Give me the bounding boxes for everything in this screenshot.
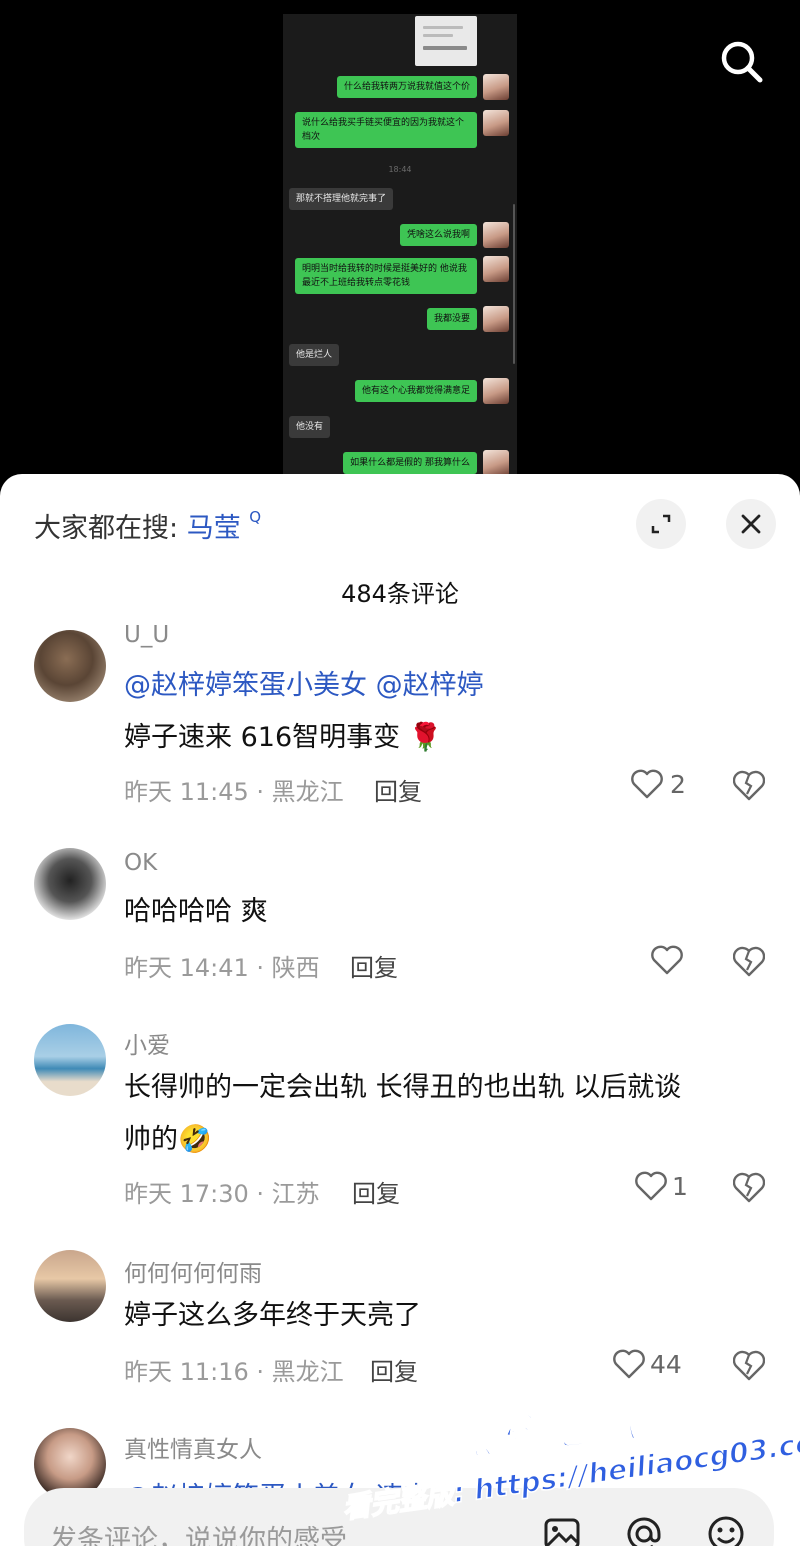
comment-meta: 昨天 11:16 · 黑龙江 (124, 1358, 344, 1386)
close-icon (741, 514, 761, 534)
mention-link[interactable]: @赵梓婷 (376, 670, 484, 701)
chat-timestamp: 18:44 (388, 165, 412, 174)
chat-scrollbar (513, 204, 515, 364)
comment-item: U_U @赵梓婷笨蛋小美女 @赵梓婷 婷子速来 616智明事变 🌹 昨天 11:… (0, 622, 800, 824)
avatar[interactable] (34, 848, 106, 920)
comment-username[interactable]: 小爱 (124, 1026, 170, 1060)
chat-bubble: 明明当时给我转的时候是挺美好的 他说我最近不上班给我转点零花钱 (295, 258, 477, 294)
reply-button[interactable]: 回复 (370, 1352, 418, 1387)
image-thumbnail (415, 16, 477, 66)
comment-item: OK 哈哈哈哈 爽 昨天 14:41 · 陕西 回复 (0, 846, 800, 996)
broken-heart-icon[interactable] (733, 946, 765, 978)
broken-heart-icon[interactable] (733, 1172, 765, 1204)
like-count: 2 (670, 769, 686, 799)
comment-text: 婷子速来 616智明事变 🌹 (124, 722, 443, 753)
chat-bubble: 凭啥这么说我啊 (399, 224, 477, 246)
chat-avatar (483, 222, 509, 248)
comment-item: 何何何何何雨 婷子这么多年终于天亮了 昨天 11:16 · 黑龙江 回复 44 (0, 1250, 800, 1400)
heart-icon (635, 1171, 667, 1201)
heart-icon (651, 945, 683, 975)
avatar[interactable] (34, 630, 106, 702)
chat-avatar (483, 306, 509, 332)
image-icon[interactable] (542, 1514, 582, 1546)
chat-avatar (483, 74, 509, 100)
chat-avatar (483, 450, 509, 476)
comment-meta: 昨天 17:30 · 江苏 (124, 1180, 320, 1208)
like-button[interactable]: 44 (612, 1348, 682, 1380)
avatar[interactable] (34, 1024, 106, 1096)
comment-input-placeholder: 发条评论，说说你的感受 (50, 1525, 347, 1546)
chat-bubble: 什么给我转两万说我就值这个价 (336, 76, 477, 98)
comment-username[interactable]: 何何何何何雨 (124, 1254, 262, 1288)
expand-button[interactable] (636, 499, 686, 549)
comment-username[interactable]: OK (124, 850, 157, 876)
search-icon: Q (249, 508, 262, 526)
like-button[interactable]: 2 (630, 768, 686, 800)
heart-icon (631, 769, 663, 799)
like-button[interactable]: 1 (634, 1170, 688, 1202)
heart-icon (613, 1349, 645, 1379)
comment-text: 婷子这么多年终于天亮了 (124, 1300, 421, 1331)
comment-username[interactable]: 真性情真女人 (124, 1430, 262, 1464)
chat-bubble: 他有这个心我都觉得满意足 (354, 380, 477, 402)
comment-text: 长得帅的一定会出轨 长得丑的也出轨 以后就谈 (124, 1072, 682, 1103)
emoji-icon[interactable] (706, 1514, 746, 1546)
chat-bubble: 如果什么都是假的 那我算什么 (343, 452, 477, 474)
chat-bubble: 说什么给我买手链买便宜的因为我就这个档次 (295, 112, 477, 148)
hot-search-keyword: 马莹 (186, 513, 241, 544)
avatar[interactable] (34, 1250, 106, 1322)
expand-icon (651, 514, 671, 534)
comment-meta: 昨天 14:41 · 陕西 (124, 954, 320, 982)
comment-meta: 昨天 11:45 · 黑龙江 (124, 778, 344, 806)
search-icon[interactable] (714, 34, 770, 90)
hot-search-link[interactable]: 大家都在搜: 马莹 Q (34, 506, 261, 545)
at-icon[interactable] (624, 1514, 664, 1546)
broken-heart-icon[interactable] (733, 1350, 765, 1382)
comment-count: 484条评论 (341, 580, 459, 608)
like-count: 44 (650, 1349, 682, 1379)
reply-button[interactable]: 回复 (374, 772, 422, 807)
reply-button[interactable]: 回复 (350, 948, 398, 983)
comment-text: @赵梓婷笨蛋小美女 @赵梓婷 (124, 660, 484, 712)
chat-avatar (483, 110, 509, 136)
close-button[interactable] (726, 499, 776, 549)
chat-bubble: 他是烂人 (289, 344, 340, 366)
comment-username[interactable]: U_U (124, 622, 169, 648)
chat-bubble: 他没有 (289, 416, 331, 438)
like-count: 1 (672, 1171, 688, 1201)
chat-bubble: 我都没要 (426, 308, 477, 330)
reply-button[interactable]: 回复 (352, 1174, 400, 1209)
comment-text: 帅的🤣 (124, 1124, 212, 1155)
chat-avatar (483, 378, 509, 404)
chat-screenshot: 什么给我转两万说我就值这个价 说什么给我买手链买便宜的因为我就这个档次 18:4… (283, 14, 517, 494)
like-button[interactable] (650, 944, 684, 976)
video-player[interactable]: 什么给我转两万说我就值这个价 说什么给我买手链买便宜的因为我就这个档次 18:4… (0, 0, 800, 494)
comment-text: 哈哈哈哈 爽 (124, 896, 268, 927)
chat-bubble: 那就不搭理他就完事了 (289, 188, 394, 210)
comment-item: 小爱 长得帅的一定会出轨 长得丑的也出轨 以后就谈 帅的🤣 昨天 17:30 ·… (0, 1022, 800, 1222)
hot-search-label: 大家都在搜: (34, 513, 179, 544)
broken-heart-icon[interactable] (733, 770, 765, 802)
chat-avatar (483, 256, 509, 282)
mention-link[interactable]: @赵梓婷笨蛋小美女 (124, 670, 367, 701)
